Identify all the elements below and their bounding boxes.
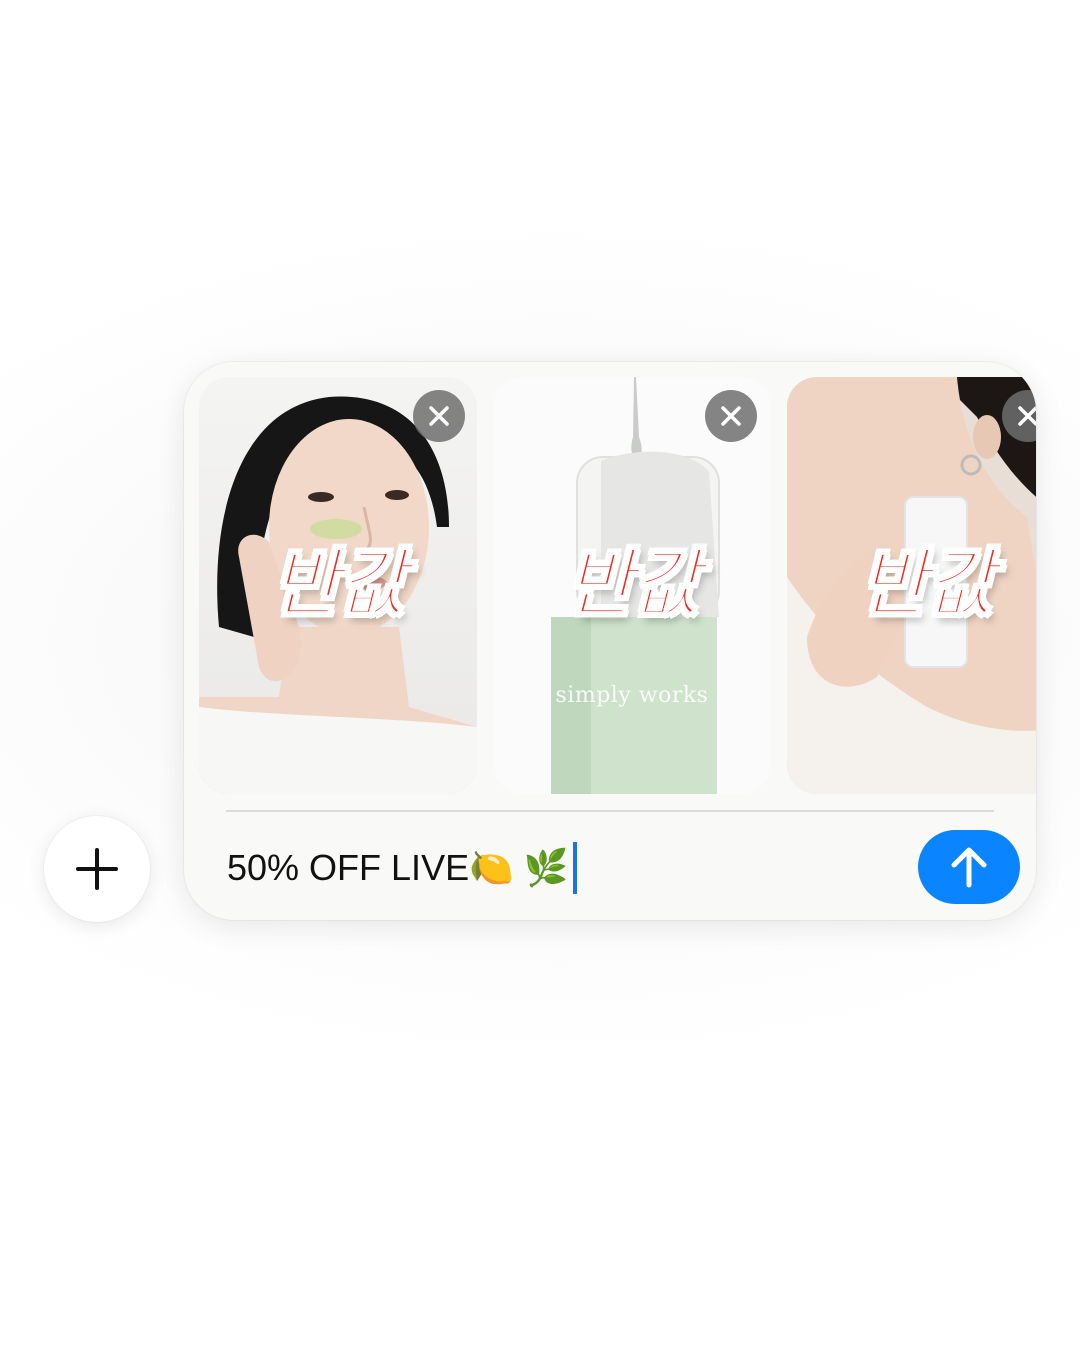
close-icon [721,406,741,426]
close-icon [429,406,449,426]
promo-label: 반값 [271,541,407,627]
remove-attachment-button[interactable] [413,390,465,442]
promo-label: 반값 [859,541,995,627]
product-brand-text: simply works [555,683,709,708]
attachment-thumbnail[interactable]: 반값 [199,377,477,794]
message-input-text: 50% OFF LIVE🍋 🌿 [227,847,569,888]
divider [226,810,994,812]
promo-label: 반값 [565,541,701,627]
arrow-up-icon [951,847,987,888]
attachment-thumbnail[interactable]: 반값 simply works [493,377,771,794]
remove-attachment-button[interactable] [705,390,757,442]
text-caret [572,842,577,894]
close-icon [1018,406,1036,426]
add-button[interactable] [44,816,150,922]
attachment-thumbnail[interactable]: 반값 [787,377,1036,794]
plus-icon [76,848,118,890]
attachment-strip[interactable]: 반값 반값 simply works 반값 [199,377,1036,794]
send-button[interactable] [918,830,1020,904]
message-input[interactable]: 50% OFF LIVE🍋 🌿 [227,842,577,894]
message-composer: 반값 반값 simply works 반값 50% OFF LIVE🍋 🌿 [184,362,1036,920]
